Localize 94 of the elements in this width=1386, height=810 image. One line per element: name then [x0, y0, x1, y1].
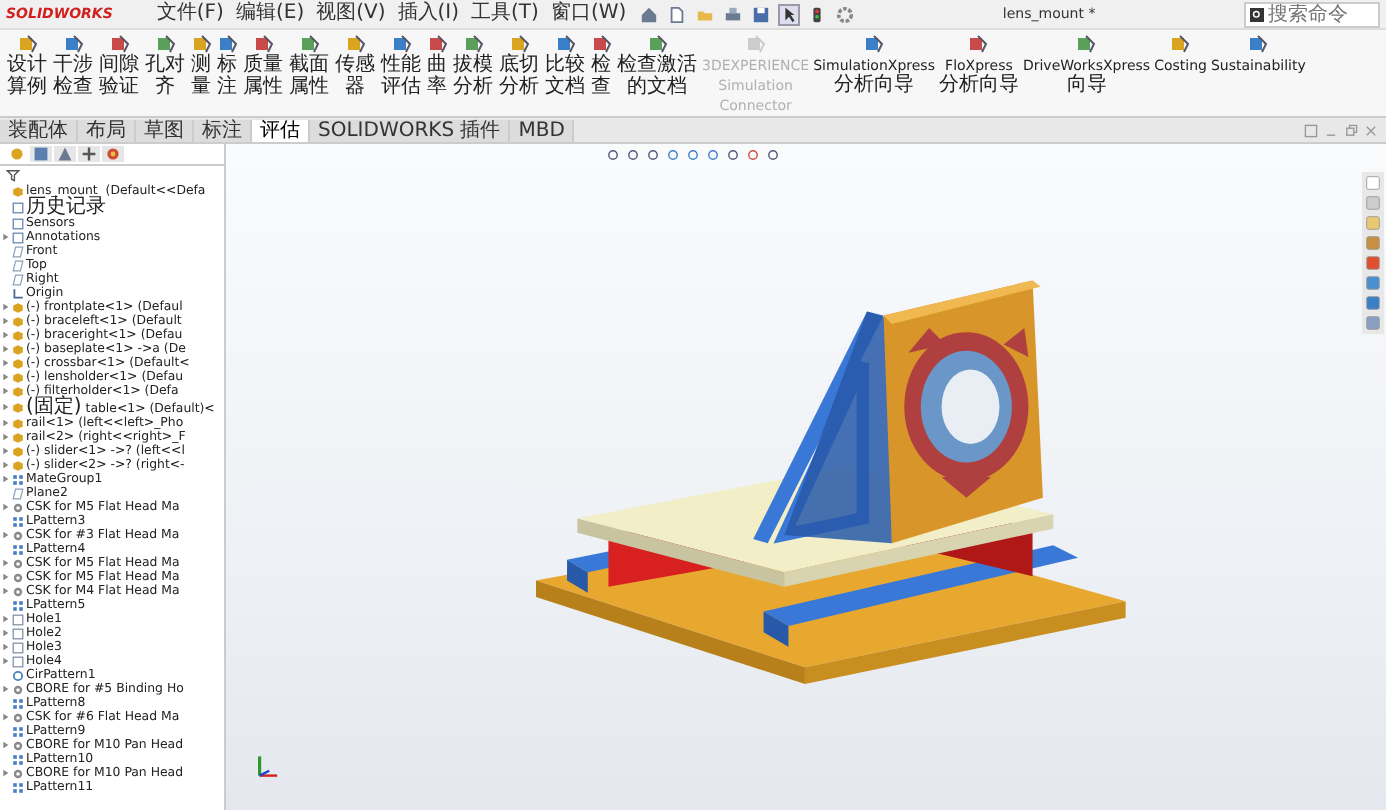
- ribbon-button[interactable]: 标注: [214, 34, 240, 98]
- ribbon-tab[interactable]: 装配体: [0, 119, 78, 141]
- tree-item[interactable]: 历史记录: [0, 198, 224, 216]
- expand-arrow-icon[interactable]: [0, 302, 10, 312]
- expand-arrow-icon[interactable]: [0, 558, 10, 568]
- ribbon-button[interactable]: 曲率: [424, 34, 450, 98]
- ribbon-button[interactable]: 传感器: [332, 34, 378, 98]
- crosshair-icon[interactable]: [78, 146, 100, 162]
- expand-arrow-icon[interactable]: [0, 740, 10, 750]
- ribbon-button[interactable]: 测量: [188, 34, 214, 98]
- save-icon[interactable]: [752, 5, 771, 23]
- ribbon-tab[interactable]: SOLIDWORKS 插件: [310, 119, 511, 141]
- tool-icon: [463, 34, 483, 54]
- expand-arrow-icon[interactable]: [0, 572, 10, 582]
- expand-arrow-icon[interactable]: [0, 316, 10, 326]
- graphics-viewport[interactable]: [226, 144, 1386, 810]
- expand-arrow-icon[interactable]: [0, 418, 10, 428]
- ribbon-button[interactable]: 底切分析: [496, 34, 542, 98]
- expand-arrow-icon[interactable]: [0, 502, 10, 512]
- tool-icon: [191, 34, 211, 54]
- tool-icon: [253, 34, 273, 54]
- tool-icon: [217, 34, 237, 54]
- filter-icon[interactable]: [6, 168, 20, 182]
- ribbon-tab[interactable]: MBD: [510, 119, 575, 141]
- search-field[interactable]: 搜索命令: [1243, 1, 1380, 27]
- expand-arrow-icon[interactable]: [0, 330, 10, 340]
- menu-item[interactable]: 编辑(E): [231, 2, 309, 26]
- expand-arrow-icon[interactable]: [0, 446, 10, 456]
- ribbon-tab[interactable]: 评估: [252, 119, 310, 141]
- expand-arrow-icon[interactable]: [0, 712, 10, 722]
- search-icon: [1249, 7, 1264, 21]
- tool-icon: [391, 34, 411, 54]
- expand-arrow-icon[interactable]: [0, 358, 10, 368]
- menu-item[interactable]: 插入(I): [393, 2, 464, 26]
- tool-icon: [555, 34, 575, 54]
- tool-icon: [968, 34, 989, 54]
- expand-arrow-icon[interactable]: [0, 614, 10, 624]
- expand-arrow-icon[interactable]: [0, 642, 10, 652]
- select-pointer-icon[interactable]: [780, 5, 799, 23]
- ribbon-button[interactable]: 检查: [588, 34, 614, 98]
- tool-icon: [1170, 34, 1191, 54]
- tool-icon: [509, 34, 529, 54]
- expand-arrow-icon[interactable]: [0, 344, 10, 354]
- expand-arrow-icon[interactable]: [0, 474, 10, 484]
- tool-icon: [109, 34, 129, 54]
- ribbon-button[interactable]: 质量属性: [240, 34, 286, 98]
- tool-icon: [647, 34, 667, 54]
- tool-icon: [864, 34, 885, 54]
- menu-item[interactable]: 窗口(W): [546, 2, 631, 26]
- ribbon-button[interactable]: 孔对齐: [142, 34, 188, 98]
- expand-arrow-icon[interactable]: [0, 628, 10, 638]
- appearance-tab-icon[interactable]: [102, 146, 124, 162]
- traffic-light-icon[interactable]: [808, 5, 827, 23]
- expand-arrow-icon[interactable]: [0, 372, 10, 382]
- ribbon-tab[interactable]: 标注: [194, 119, 252, 141]
- expand-arrow-icon[interactable]: [0, 768, 10, 778]
- property-tab-icon[interactable]: [30, 146, 52, 162]
- expand-arrow-icon[interactable]: [0, 460, 10, 470]
- tool-icon: [345, 34, 365, 54]
- tool-icon: [155, 34, 175, 54]
- tool-icon: [1076, 34, 1097, 54]
- menu-item[interactable]: 文件(F): [152, 2, 228, 26]
- expand-arrow-icon[interactable]: [0, 386, 10, 396]
- configuration-tab-icon[interactable]: [54, 146, 76, 162]
- tool-icon: [1248, 34, 1269, 54]
- ribbon-tab[interactable]: 布局: [78, 119, 136, 141]
- print-icon[interactable]: [724, 5, 743, 23]
- new-document-icon[interactable]: [668, 5, 687, 23]
- ribbon-button[interactable]: 性能评估: [378, 34, 424, 98]
- expand-arrow-icon[interactable]: [0, 684, 10, 694]
- expand-arrow-icon[interactable]: [0, 432, 10, 442]
- tool-icon: [17, 34, 37, 54]
- ribbon-button[interactable]: 干涉检查: [50, 34, 96, 98]
- ribbon-button[interactable]: 设计算例: [4, 34, 50, 98]
- expand-arrow-icon[interactable]: [0, 586, 10, 596]
- tool-icon: [63, 34, 83, 54]
- tool-icon: [427, 34, 447, 54]
- expand-arrow-icon[interactable]: [0, 402, 10, 412]
- ribbon-button[interactable]: 比较文档: [542, 34, 588, 98]
- menu-item[interactable]: 视图(V): [312, 2, 390, 26]
- ribbon-button[interactable]: 截面属性: [286, 34, 332, 98]
- ribbon-tab[interactable]: 草图: [136, 119, 194, 141]
- tile-window-icon[interactable]: [1304, 123, 1318, 137]
- close-icon[interactable]: [1364, 123, 1378, 137]
- menu-item[interactable]: 工具(T): [467, 2, 543, 26]
- ribbon-button[interactable]: 拔模分析: [450, 34, 496, 98]
- expand-arrow-icon[interactable]: [0, 530, 10, 540]
- expand-arrow-icon[interactable]: [0, 656, 10, 666]
- ribbon-button[interactable]: 间隙验证: [96, 34, 142, 98]
- tool-icon: [591, 34, 611, 54]
- ribbon-button[interactable]: 检查激活的文档: [614, 34, 700, 98]
- restore-icon[interactable]: [1344, 123, 1358, 137]
- expand-arrow-icon[interactable]: [0, 232, 10, 242]
- tool-icon: [299, 34, 319, 54]
